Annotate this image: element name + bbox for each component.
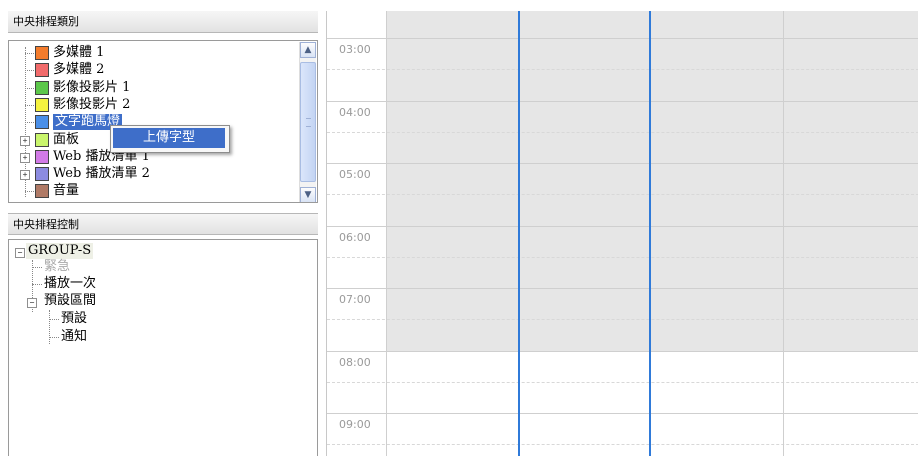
category-item[interactable]: 多媒體 2 bbox=[9, 62, 299, 78]
color-swatch-icon bbox=[35, 132, 49, 147]
time-label: 09:00 bbox=[339, 418, 371, 431]
context-menu: 上傳字型 bbox=[110, 125, 230, 153]
time-label: 08:00 bbox=[339, 355, 371, 369]
time-marker-line bbox=[649, 11, 651, 456]
group-node[interactable]: GROUP-S bbox=[26, 243, 94, 259]
color-swatch-icon bbox=[35, 115, 49, 130]
color-swatch-icon bbox=[35, 184, 49, 199]
color-swatch-icon bbox=[35, 149, 49, 164]
time-label: 05:00 bbox=[339, 168, 371, 181]
color-swatch-icon bbox=[35, 167, 49, 182]
scroll-up-button[interactable]: ▲ bbox=[300, 42, 316, 58]
expand-icon[interactable]: + bbox=[20, 170, 30, 181]
time-label: 06:00 bbox=[339, 230, 371, 244]
category-item[interactable]: 音量 bbox=[9, 183, 299, 199]
tree-node-play-once[interactable]: 播放一次 bbox=[44, 276, 96, 292]
upload-font-menu-item[interactable]: 上傳字型 bbox=[113, 128, 225, 148]
collapse-icon[interactable]: − bbox=[15, 248, 25, 258]
category-item[interactable]: 多媒體 1 bbox=[9, 45, 299, 61]
tree-node-preset[interactable]: 預設 bbox=[61, 311, 87, 327]
tree-node-preset-range[interactable]: 預設區間 bbox=[44, 293, 96, 309]
color-swatch-icon bbox=[35, 63, 49, 78]
schedule-calendar[interactable]: 03:00 04:00 05:00 06:00 07:00 08:00 09:00 bbox=[326, 11, 918, 456]
category-item-label: 影像投影片 1 bbox=[53, 79, 131, 95]
category-item-label: 面板 bbox=[53, 131, 80, 147]
emergency-label: 緊急 bbox=[44, 259, 71, 274]
preset-range-label: 預設區間 bbox=[44, 293, 97, 308]
time-label: 03:00 bbox=[339, 43, 371, 56]
color-swatch-icon bbox=[35, 46, 49, 60]
category-item-label: 多媒體 2 bbox=[53, 62, 105, 78]
category-tree[interactable]: 多媒體 1 多媒體 2 影像投影片 1 影像投影片 2 文字跑馬燈 + 面板 + Web 播放清… bbox=[8, 40, 318, 203]
collapse-icon[interactable]: − bbox=[27, 298, 37, 308]
scroll-thumb[interactable] bbox=[300, 62, 316, 182]
category-item[interactable]: 影像投影片 2 bbox=[9, 97, 299, 113]
tree-node-notify[interactable]: 通知 bbox=[61, 329, 87, 345]
control-tree[interactable]: − GROUP-S 緊急 播放一次 − 預設區間 預設 通知 bbox=[8, 239, 318, 456]
category-item-label: 多媒體 1 bbox=[53, 45, 105, 60]
time-marker-line bbox=[518, 11, 520, 456]
category-item-label: 音量 bbox=[53, 183, 80, 199]
scroll-down-button[interactable]: ▼ bbox=[300, 187, 316, 202]
preset-label: 預設 bbox=[61, 311, 88, 326]
control-panel-header: 中央排程控制 bbox=[8, 213, 318, 235]
category-item[interactable]: 影像投影片 1 bbox=[9, 80, 299, 96]
color-swatch-icon bbox=[35, 80, 49, 95]
play-once-label: 播放一次 bbox=[44, 276, 97, 291]
category-scrollbar[interactable]: ▲ ▼ bbox=[299, 42, 316, 202]
group-label: GROUP-S bbox=[28, 243, 92, 258]
category-item[interactable]: + Web 播放清單 2 bbox=[9, 166, 299, 182]
notify-label: 通知 bbox=[61, 329, 88, 344]
color-swatch-icon bbox=[35, 97, 49, 112]
category-panel-title: 中央排程類別 bbox=[13, 15, 79, 28]
category-item-label: 影像投影片 2 bbox=[53, 96, 131, 112]
expand-icon[interactable]: + bbox=[20, 135, 30, 146]
expand-icon[interactable]: + bbox=[20, 152, 30, 163]
time-label: 04:00 bbox=[339, 105, 371, 119]
category-panel-header: 中央排程類別 bbox=[8, 11, 318, 33]
tree-node-emergency[interactable]: 緊急 bbox=[44, 259, 70, 275]
time-label: 07:00 bbox=[339, 293, 371, 306]
control-panel-title: 中央排程控制 bbox=[13, 218, 79, 231]
category-item-label: Web 播放清單 2 bbox=[53, 166, 150, 182]
